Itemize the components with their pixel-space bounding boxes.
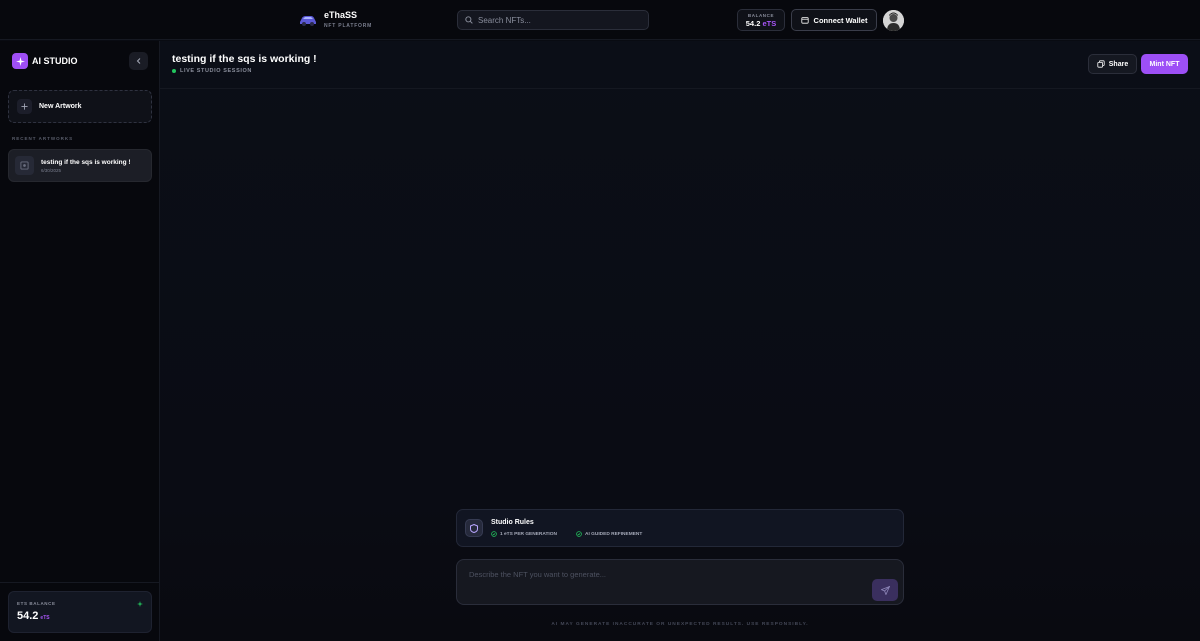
sparkle-icon xyxy=(12,53,28,69)
sidebar-balance-label: ETS BALANCE xyxy=(17,601,56,606)
top-navbar: eThaSS NFT PLATFORM BALANCE 54.2 eTS Con… xyxy=(0,0,1200,40)
share-button[interactable]: Share xyxy=(1088,54,1137,74)
avatar-image xyxy=(883,10,904,31)
connect-wallet-label: Connect Wallet xyxy=(813,15,868,25)
sidebar-balance-currency: eTS xyxy=(40,615,50,621)
brand-subtitle: NFT PLATFORM xyxy=(324,23,373,29)
check-circle-icon xyxy=(491,531,497,537)
sidebar-header: AI STUDIO xyxy=(12,53,78,69)
prompt-input[interactable] xyxy=(469,570,849,596)
sidebar-balance-value-row: 54.2 eTS xyxy=(17,610,143,622)
balance-value: 54.2 xyxy=(745,19,761,28)
search-input[interactable] xyxy=(478,15,638,25)
recent-artwork-item[interactable]: testing if the sqs is working ! 6/30/202… xyxy=(8,149,152,182)
car-logo-icon xyxy=(300,15,316,26)
rule-item: AI GUIDED REFINEMENT xyxy=(576,531,642,537)
rule-item: 1 eTS PER GENERATION xyxy=(491,531,557,537)
new-artwork-label: New Artwork xyxy=(39,103,82,110)
sidebar-title: AI STUDIO xyxy=(32,56,78,66)
copy-icon xyxy=(1097,60,1105,68)
studio-rules-title: Studio Rules xyxy=(491,519,534,526)
balance-pill: BALANCE 54.2 eTS xyxy=(737,9,785,31)
image-icon xyxy=(15,156,34,175)
send-icon xyxy=(880,585,890,595)
send-button[interactable] xyxy=(872,579,898,601)
connect-wallet-button[interactable]: Connect Wallet xyxy=(791,9,877,31)
sidebar-divider xyxy=(0,582,160,583)
recent-artworks-heading: RECENT ARTWORKS xyxy=(12,136,74,141)
recent-artwork-title: testing if the sqs is working ! xyxy=(41,158,131,166)
sidebar: AI STUDIO New Artwork RECENT ARTWORKS te… xyxy=(0,41,160,641)
sparkle-icon xyxy=(137,601,143,607)
mint-nft-button[interactable]: Mint NFT xyxy=(1141,54,1188,74)
session-status: LIVE STUDIO SESSION xyxy=(172,68,252,74)
rule-item-label: 1 eTS PER GENERATION xyxy=(500,531,557,537)
wallet-icon xyxy=(800,17,809,24)
session-header: testing if the sqs is working ! LIVE STU… xyxy=(160,41,1200,89)
studio-main: testing if the sqs is working ! LIVE STU… xyxy=(160,41,1200,641)
search-bar[interactable] xyxy=(457,10,649,30)
balance-currency: eTS xyxy=(762,19,777,28)
brand-name: eThaSS xyxy=(324,10,358,20)
balance-label: BALANCE xyxy=(747,13,775,18)
ai-disclaimer: AI MAY GENERATE INACCURATE OR UNEXPECTED… xyxy=(551,622,809,627)
plus-icon xyxy=(17,99,32,114)
rule-item-label: AI GUIDED REFINEMENT xyxy=(585,531,643,537)
prompt-box xyxy=(456,559,904,605)
collapse-sidebar-button[interactable] xyxy=(129,52,148,70)
chevron-left-icon xyxy=(136,58,140,64)
sidebar-balance-value: 54.2 xyxy=(17,610,39,622)
shield-icon xyxy=(465,519,483,537)
recent-artwork-date: 6/30/2025 xyxy=(41,167,62,173)
check-circle-icon xyxy=(576,531,582,537)
user-avatar[interactable] xyxy=(883,10,904,31)
share-label: Share xyxy=(1108,60,1129,68)
new-artwork-button[interactable]: New Artwork xyxy=(8,90,152,123)
balance-value-row: 54.2 eTS xyxy=(738,19,784,28)
brand[interactable]: eThaSS NFT PLATFORM xyxy=(298,10,372,29)
mint-nft-label: Mint NFT xyxy=(1149,60,1180,68)
live-status-dot xyxy=(172,69,176,73)
session-status-label: LIVE STUDIO SESSION xyxy=(180,68,252,74)
search-icon xyxy=(465,16,473,24)
studio-rules-card: Studio Rules 1 eTS PER GENERATION AI GUI… xyxy=(456,509,904,547)
session-title: testing if the sqs is working ! xyxy=(172,53,317,65)
sidebar-balance-card: ETS BALANCE 54.2 eTS xyxy=(8,591,152,633)
